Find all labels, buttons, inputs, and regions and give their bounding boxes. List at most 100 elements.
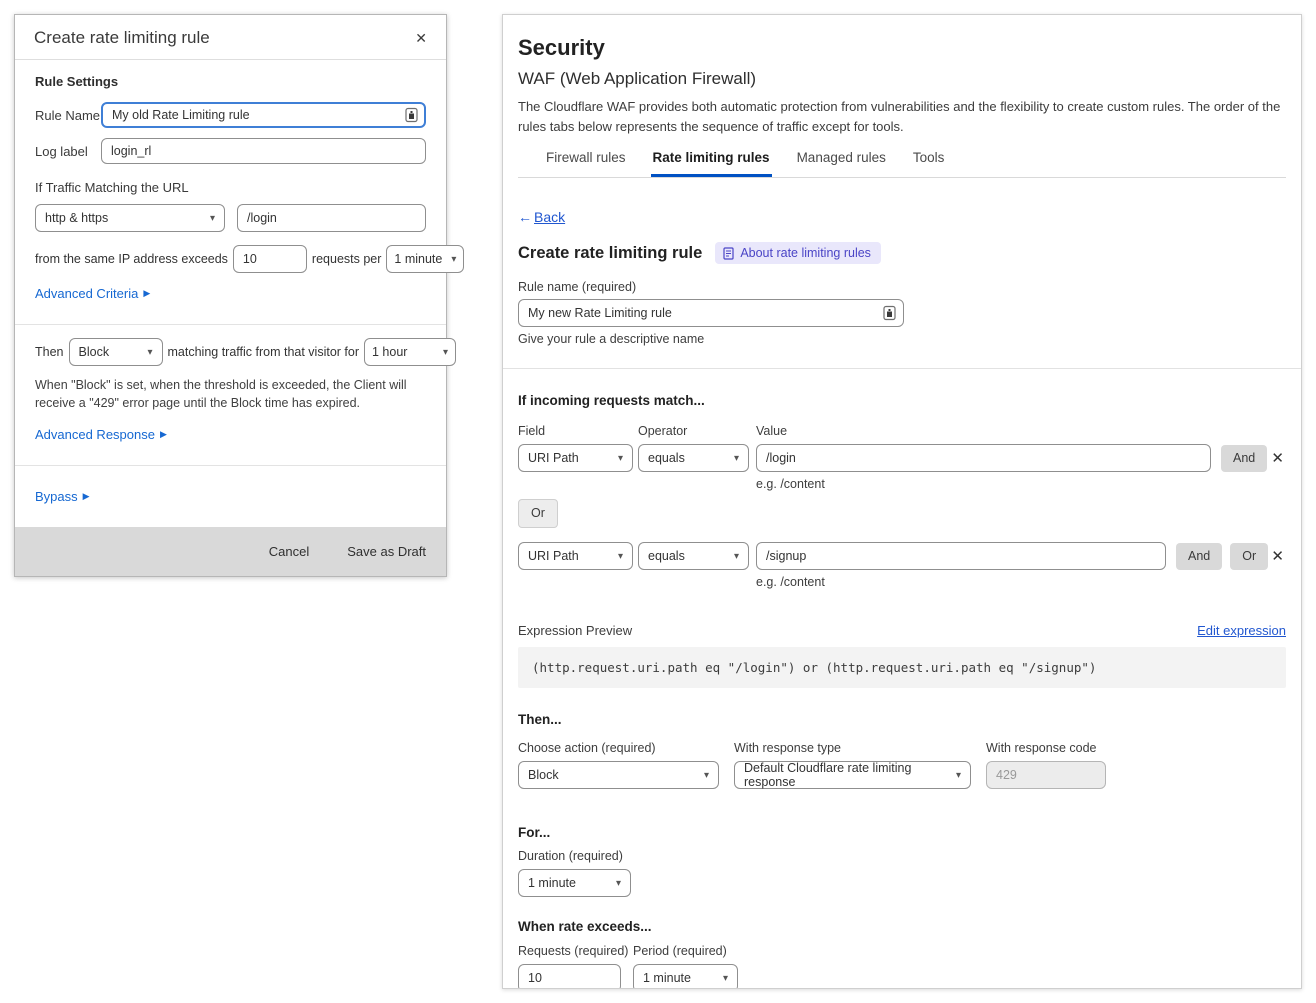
response-code-label: With response code: [986, 741, 1106, 755]
triangle-right-icon: ▶: [83, 491, 90, 502]
scheme-select[interactable]: http & https ▾: [35, 204, 225, 232]
response-code-input: [986, 761, 1106, 789]
document-icon: [723, 247, 734, 260]
chevron-down-icon: ▾: [210, 213, 215, 224]
rate-section-heading: When rate exceeds...: [518, 919, 1286, 934]
action-select[interactable]: Block ▾: [69, 338, 163, 366]
duration-select[interactable]: 1 minute ▾: [518, 869, 631, 897]
log-label-input[interactable]: [101, 138, 426, 164]
edit-expression-link[interactable]: Edit expression: [1197, 623, 1286, 638]
match-rule-row: URI Path ▾ equals ▾ And Or ✕: [518, 542, 1286, 570]
rule-name-input[interactable]: [101, 102, 426, 128]
chevron-down-icon: ▾: [616, 878, 621, 889]
ban-duration-select[interactable]: 1 hour ▾: [364, 338, 456, 366]
value-input[interactable]: [756, 542, 1166, 570]
field-select[interactable]: URI Path ▾: [518, 444, 633, 472]
expression-code: (http.request.uri.path eq "/login") or (…: [518, 647, 1286, 688]
url-match-row: http & https ▾: [35, 204, 426, 232]
action-select-value: Block: [79, 345, 110, 359]
bypass-link[interactable]: Bypass ▶: [35, 489, 90, 504]
log-label-label: Log label: [35, 144, 101, 159]
or-button[interactable]: Or: [518, 499, 558, 528]
period-select-value: 1 minute: [394, 252, 442, 266]
url-input[interactable]: [237, 204, 426, 232]
period-select[interactable]: 1 minute ▾: [386, 245, 464, 273]
choose-action-label: Choose action (required): [518, 741, 734, 755]
chevron-down-icon: ▾: [451, 254, 456, 265]
chevron-down-icon: ▾: [618, 551, 623, 562]
about-rate-limiting-rules-badge[interactable]: About rate limiting rules: [715, 242, 881, 264]
threshold-row: from the same IP address exceeds request…: [35, 245, 426, 273]
requests-per-label: requests per: [312, 252, 381, 266]
tab-rate-limiting-rules[interactable]: Rate limiting rules: [651, 150, 772, 177]
modal-title: Create rate limiting rule: [34, 28, 210, 48]
then-label: Then: [35, 345, 64, 359]
match-section-heading: If incoming requests match...: [518, 393, 1286, 408]
match-rule-row: URI Path ▾ equals ▾ And ✕: [518, 444, 1286, 472]
and-button[interactable]: And: [1176, 543, 1222, 570]
ban-duration-value: 1 hour: [372, 345, 407, 359]
advanced-criteria-link[interactable]: Advanced Criteria ▶: [35, 286, 150, 301]
and-button[interactable]: And: [1221, 445, 1267, 472]
security-waf-panel: Security WAF (Web Application Firewall) …: [502, 14, 1302, 989]
page-title: Security: [518, 35, 1286, 61]
matching-label: matching traffic from that visitor for: [168, 345, 360, 359]
exceeds-label: from the same IP address exceeds: [35, 252, 228, 266]
requests-input[interactable]: [233, 245, 307, 273]
value-hint: e.g. /content: [756, 477, 1286, 491]
tab-managed-rules[interactable]: Managed rules: [795, 150, 888, 177]
tab-tools[interactable]: Tools: [911, 150, 947, 177]
page-subtitle: WAF (Web Application Firewall): [518, 69, 1286, 89]
for-section-heading: For...: [518, 825, 1286, 840]
rate-period-select[interactable]: 1 minute ▾: [633, 964, 738, 989]
chevron-down-icon: ▾: [618, 453, 623, 464]
advanced-response-link[interactable]: Advanced Response ▶: [35, 427, 167, 442]
divider: [15, 324, 446, 325]
requests-label: Requests (required): [518, 944, 633, 958]
period-label: Period (required): [633, 944, 727, 958]
modal-header: Create rate limiting rule ✕: [15, 15, 446, 60]
page-description: The Cloudflare WAF provides both automat…: [518, 97, 1286, 136]
rule-name-label: Rule name (required): [518, 280, 1286, 294]
remove-rule-icon[interactable]: ✕: [1269, 449, 1286, 467]
divider: [503, 368, 1301, 369]
save-as-draft-button[interactable]: Save as Draft: [347, 544, 426, 559]
modal-footer: Cancel Save as Draft: [15, 527, 446, 576]
rule-name-help: Give your rule a descriptive name: [518, 332, 1286, 346]
autofill-extension-icon[interactable]: [405, 108, 418, 123]
chevron-down-icon: ▾: [147, 347, 152, 358]
choose-action-select[interactable]: Block ▾: [518, 761, 719, 789]
tab-firewall-rules[interactable]: Firewall rules: [544, 150, 628, 177]
divider: [15, 465, 446, 466]
close-icon[interactable]: ✕: [415, 31, 427, 45]
response-type-select[interactable]: Default Cloudflare rate limiting respons…: [734, 761, 971, 789]
expression-preview-label: Expression Preview: [518, 623, 632, 638]
duration-label: Duration (required): [518, 849, 1286, 863]
chevron-down-icon: ▾: [704, 770, 709, 781]
traffic-matching-heading: If Traffic Matching the URL: [35, 180, 426, 195]
operator-select[interactable]: equals ▾: [638, 542, 749, 570]
triangle-right-icon: ▶: [160, 429, 167, 440]
log-label-row: Log label: [35, 138, 426, 164]
back-link[interactable]: ←Back: [518, 209, 565, 225]
autofill-extension-icon[interactable]: [883, 306, 896, 321]
scheme-select-value: http & https: [45, 211, 108, 225]
rule-settings-heading: Rule Settings: [35, 74, 426, 89]
modal-body: Rule Settings Rule Name Log label If Tra…: [15, 60, 446, 523]
operator-select[interactable]: equals ▾: [638, 444, 749, 472]
remove-rule-icon[interactable]: ✕: [1269, 547, 1286, 565]
back-arrow-icon: ←: [518, 209, 532, 225]
field-column-label: Field: [518, 424, 638, 438]
operator-column-label: Operator: [638, 424, 756, 438]
form-title: Create rate limiting rule: [518, 244, 702, 263]
value-input[interactable]: [756, 444, 1211, 472]
or-button[interactable]: Or: [1230, 543, 1268, 570]
requests-input[interactable]: [518, 964, 621, 989]
cancel-button[interactable]: Cancel: [269, 544, 309, 559]
rule-name-label: Rule Name: [35, 108, 101, 123]
block-help-text: When "Block" is set, when the threshold …: [35, 376, 426, 412]
field-select[interactable]: URI Path ▾: [518, 542, 633, 570]
create-rate-limiting-rule-modal: Create rate limiting rule ✕ Rule Setting…: [14, 14, 447, 577]
rule-name-input[interactable]: [518, 299, 904, 327]
value-column-label: Value: [756, 424, 787, 438]
